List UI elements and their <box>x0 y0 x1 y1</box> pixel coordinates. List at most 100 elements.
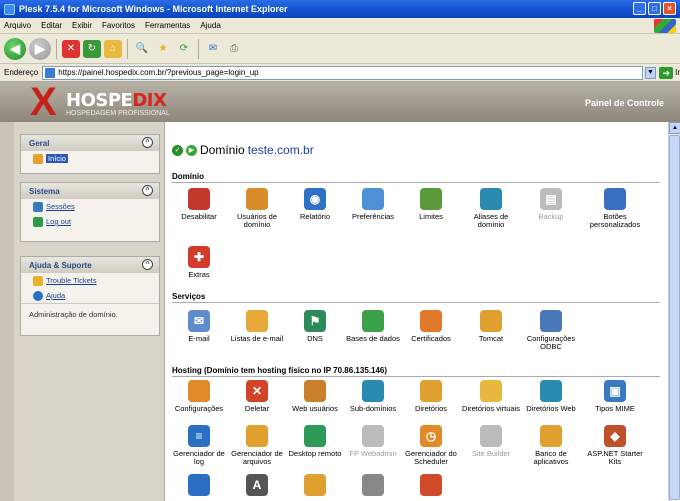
tool-tile[interactable] <box>284 474 346 499</box>
tool-tile[interactable]: Limites <box>400 188 462 221</box>
tool-tile[interactable]: ◉ Relatório <box>284 188 346 221</box>
tool-tile[interactable]: Banco de aplicativos <box>520 425 582 466</box>
sidebar-group-geral: Geral ^ Início <box>20 134 160 174</box>
mail-icon[interactable]: ✉ <box>204 40 222 58</box>
tool-tile[interactable]: ◆ ASP.NET Starter Kits <box>584 425 646 466</box>
tool-tile[interactable]: ✉ E-mail <box>168 310 230 343</box>
tool-tile[interactable]: Diretórios Web <box>520 380 582 413</box>
virtual-dirs-icon <box>480 380 502 402</box>
app-vault-icon <box>540 425 562 447</box>
vertical-scrollbar[interactable]: ▲ <box>668 122 680 501</box>
tool-tile[interactable] <box>400 474 462 499</box>
menu-ferramentas[interactable]: Ferramentas <box>145 21 190 30</box>
tool-tile-label: Configurações <box>174 404 224 413</box>
sidebar-group-title: Ajuda & Suporte <box>29 260 92 270</box>
tool-tile-label: Listas de e-mail <box>230 334 284 343</box>
directories-icon <box>420 380 442 402</box>
tool-tile-label: Diretórios Web <box>526 404 576 413</box>
address-dropdown-icon[interactable]: ▼ <box>644 66 657 79</box>
extras-icon: ✚ <box>188 246 210 268</box>
menu-exibir[interactable]: Exibir <box>72 21 92 30</box>
tool-tile[interactable]: Tomcat <box>460 310 522 343</box>
tool-tile[interactable] <box>168 474 230 499</box>
tool-tile[interactable]: Listas de e-mail <box>226 310 288 343</box>
collapse-icon[interactable]: ^ <box>142 137 153 148</box>
tool-tile[interactable]: ▣ Tipos MIME <box>584 380 646 413</box>
section-divider <box>172 182 660 183</box>
history-icon[interactable]: ⟳ <box>175 40 193 58</box>
sidebar-strip <box>0 122 14 501</box>
tool-tile-label: Diretórios <box>414 404 448 413</box>
tool-tile[interactable]: Gerenciador de arquivos <box>226 425 288 466</box>
sidebar-item-inicio[interactable]: Início <box>21 151 159 166</box>
home-icon[interactable]: ⌂ <box>104 39 122 58</box>
tool-tile-label: Backup <box>538 212 564 221</box>
tool-tile[interactable]: Aliases de domínio <box>460 188 522 229</box>
status-ok-icon: ✓ <box>172 144 183 156</box>
stop-icon[interactable]: ✕ <box>62 39 80 58</box>
menu-editar[interactable]: Editar <box>41 21 62 30</box>
databases-icon <box>362 310 384 332</box>
tool-tile[interactable]: Desktop remoto <box>284 425 346 458</box>
sidebar-item-trouble-tickets[interactable]: Trouble Tickets <box>21 273 159 288</box>
tool-tile[interactable]: Configurações ODBC <box>520 310 582 351</box>
tool-tile[interactable]: ⚑ DNS <box>284 310 346 343</box>
browser-toolbar: ◀ ▶ ✕ ↻ ⌂ 🔍 ★ ⟳ ✉ ⎙ <box>0 34 680 64</box>
tool-tile[interactable]: Diretórios virtuais <box>460 380 522 413</box>
report-icon: ◉ <box>304 188 326 210</box>
tool-tile-label: DNS <box>307 334 323 343</box>
print-icon[interactable]: ⎙ <box>225 40 243 58</box>
status-running-icon: ▶ <box>186 144 197 156</box>
log-manager-icon: ≡ <box>188 425 210 447</box>
home-icon <box>33 153 43 164</box>
search-icon[interactable]: 🔍 <box>133 40 151 58</box>
site-builder-icon <box>480 425 502 447</box>
tool-tile[interactable]: ≡ Gerenciador de log <box>168 425 230 466</box>
tool-tile[interactable]: Preferências <box>342 188 404 221</box>
tomcat-icon <box>480 310 502 332</box>
sidebar-item-ajuda[interactable]: Ajuda <box>21 288 159 303</box>
back-icon[interactable]: ◀ <box>4 37 26 60</box>
tool-tile[interactable]: Usuários de domínio <box>226 188 288 229</box>
sidebar-item-logout[interactable]: Log out <box>21 214 159 229</box>
scroll-up-icon[interactable]: ▲ <box>669 122 680 134</box>
tool-tile[interactable]: Certificados <box>400 310 462 343</box>
tool-tile[interactable]: Diretórios <box>400 380 462 413</box>
close-button[interactable]: × <box>663 2 676 15</box>
backup-icon: ▤ <box>540 188 562 210</box>
tool-tile[interactable]: Bases de dados <box>342 310 404 343</box>
tool-tile[interactable]: ✕ Deletar <box>226 380 288 413</box>
limits-icon <box>420 188 442 210</box>
favorites-icon[interactable]: ★ <box>154 40 172 58</box>
tool-tile[interactable]: A <box>226 474 288 499</box>
refresh-icon[interactable]: ↻ <box>83 39 101 58</box>
minimize-button[interactable]: _ <box>633 2 646 15</box>
address-input[interactable]: https://painel.hospedix.com.br/?previous… <box>42 65 643 80</box>
tool-tile[interactable] <box>342 474 404 499</box>
tool-tile[interactable]: ✚ Extras <box>168 246 230 279</box>
preferences-icon <box>362 188 384 210</box>
menu-arquivo[interactable]: Arquivo <box>4 21 31 30</box>
tool-tile: Site Builder <box>460 425 522 458</box>
sidebar-item-sessoes[interactable]: Sessões <box>21 199 159 214</box>
collapse-icon[interactable]: ^ <box>142 185 153 196</box>
menu-favoritos[interactable]: Favoritos <box>102 21 135 30</box>
forward-icon[interactable]: ▶ <box>29 37 51 60</box>
tool-tile[interactable]: Sub-domínios <box>342 380 404 413</box>
tool-tile[interactable]: Configurações <box>168 380 230 413</box>
tool-tile[interactable]: Web usuários <box>284 380 346 413</box>
tool-tile-label: Tipos MIME <box>595 404 635 413</box>
go-icon[interactable]: ➔ <box>659 66 674 79</box>
tool-tile[interactable]: Desabilitar <box>168 188 230 221</box>
scroll-thumb[interactable] <box>669 135 680 500</box>
file-manager-icon <box>246 425 268 447</box>
address-bar: Endereço https://painel.hospedix.com.br/… <box>0 64 680 82</box>
maximize-button[interactable]: □ <box>648 2 661 15</box>
tool-tile-label: Botões personalizados <box>589 212 641 229</box>
go-button[interactable]: Ir <box>675 68 680 77</box>
tool-tile[interactable]: Botões personalizados <box>584 188 646 229</box>
tool-tile[interactable]: ◷ Gerenciador do Scheduler <box>400 425 462 466</box>
tool-tile-label: Diretórios virtuais <box>462 404 520 413</box>
menu-ajuda[interactable]: Ajuda <box>200 21 220 30</box>
collapse-icon[interactable]: ^ <box>142 259 153 270</box>
